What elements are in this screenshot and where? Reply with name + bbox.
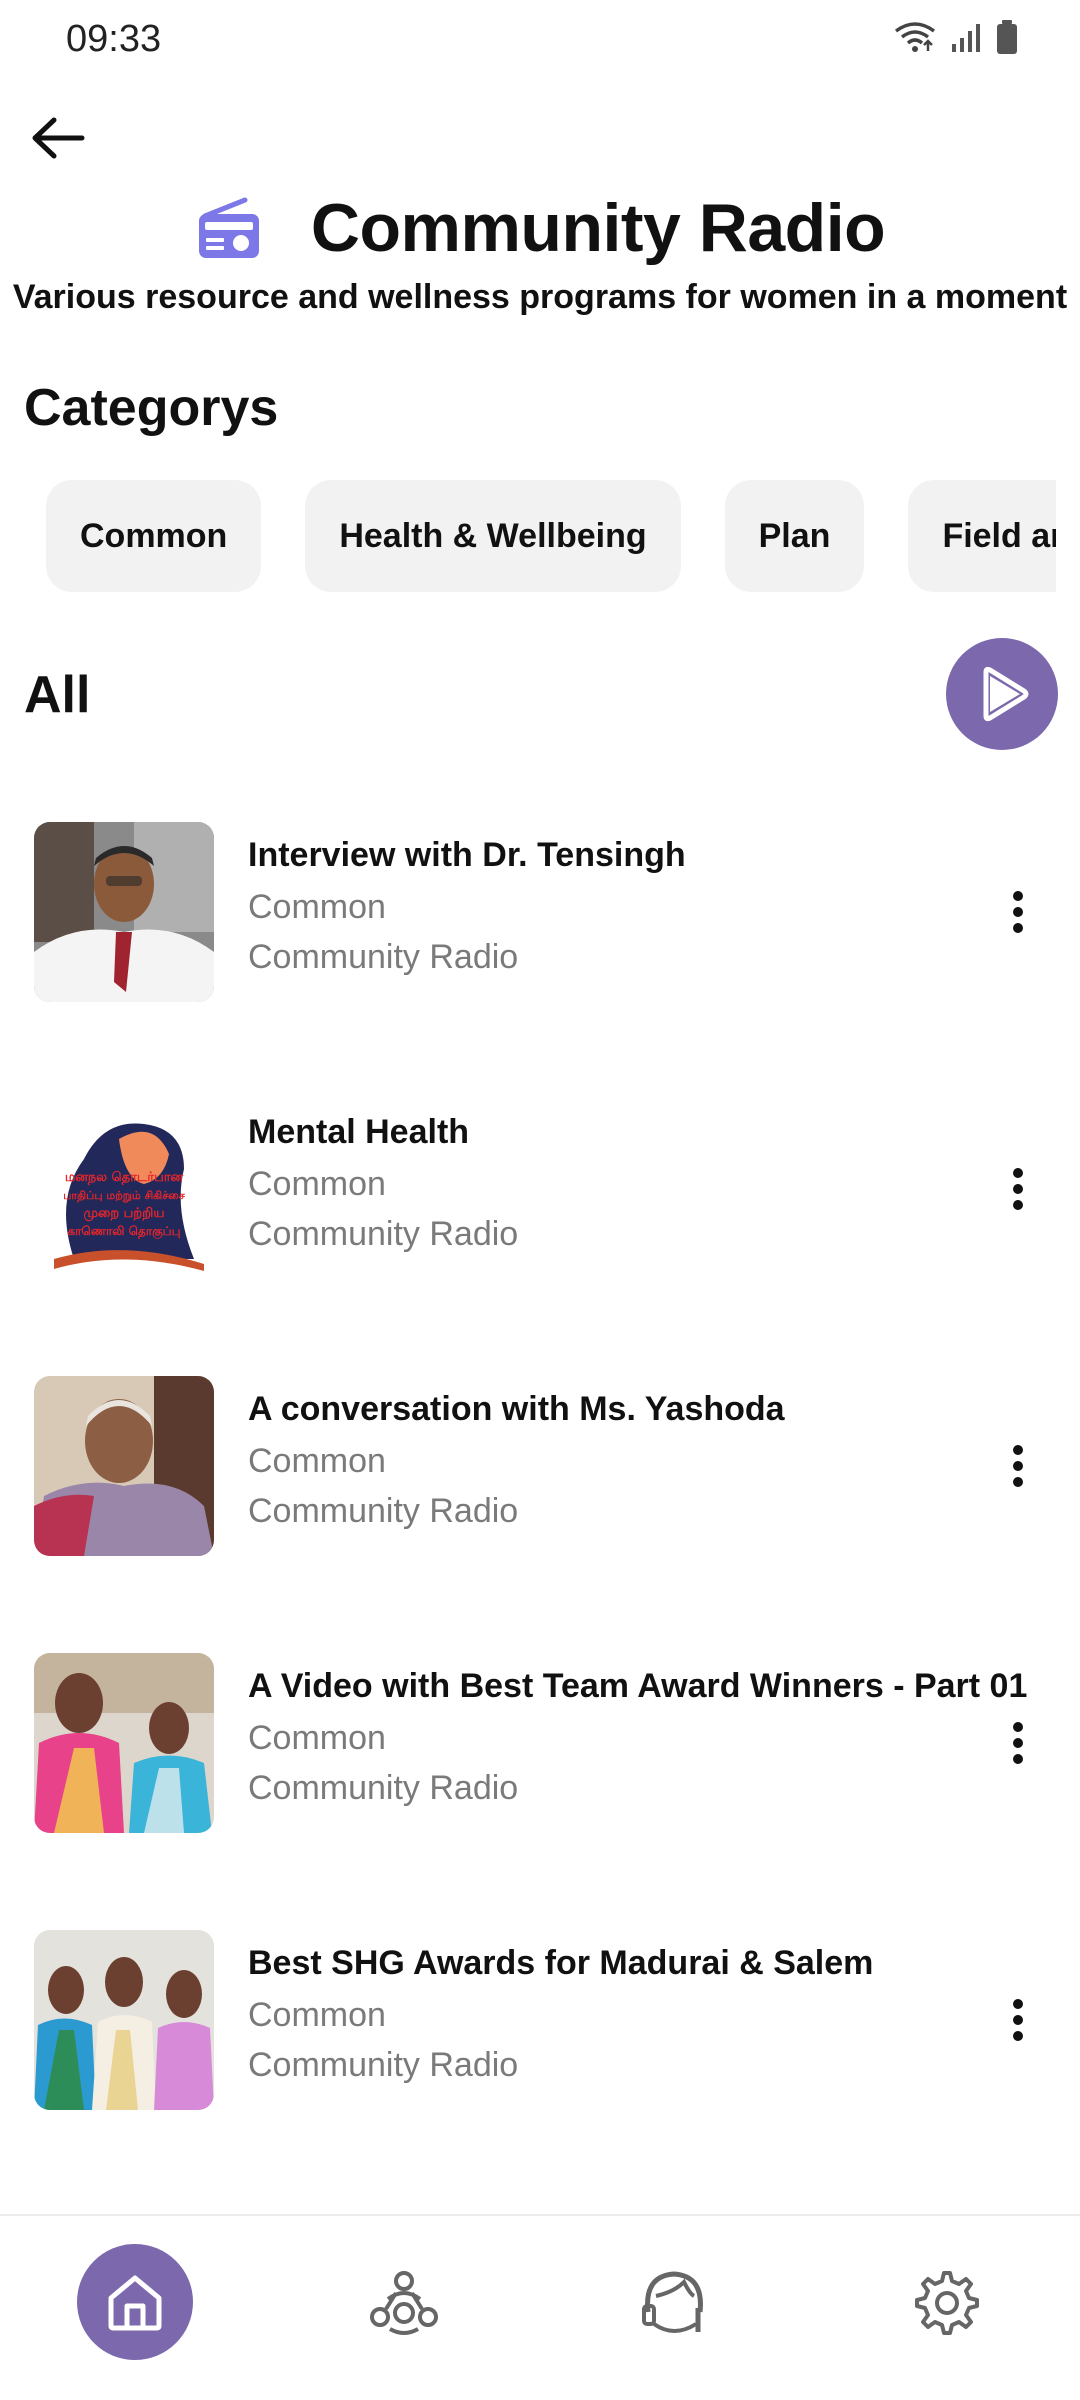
more-options-button[interactable] [996,1980,1040,2060]
nav-support[interactable] [616,2244,732,2360]
category-chip-common[interactable]: Common [46,480,262,592]
category-chips: Common Health & Wellbeing Plan Field and [46,480,1056,594]
play-all-button[interactable] [946,638,1058,750]
list-item[interactable]: A Video with Best Team Award Winners - P… [0,1651,1080,1928]
program-category: Common [248,1719,386,1757]
program-category: Common [248,1996,386,2034]
program-title: Interview with Dr. Tensingh [248,836,686,874]
categories-heading: Categorys [24,379,279,437]
more-vertical-icon [1013,1999,1023,2041]
program-source: Community Radio [248,938,519,976]
program-source: Community Radio [248,2046,519,2084]
program-category: Common [248,1165,386,1203]
program-source: Community Radio [248,1492,519,1530]
program-title: Mental Health [248,1113,470,1151]
more-options-button[interactable] [996,1149,1040,1229]
settings-icon [915,2271,979,2335]
arrow-left-icon [32,117,85,159]
program-category: Common [248,888,386,926]
cellular-signal-icon [952,24,980,52]
status-bar: 09:33 [0,0,1080,80]
program-thumbnail: மனநல தொடர்பான பாதிப்பு மற்றும் சிகிச்சை … [34,1099,214,1279]
list-item[interactable]: A conversation with Ms. Yashoda Common C… [0,1374,1080,1651]
page-title: Community Radio [310,190,886,266]
nav-settings[interactable] [886,2244,1002,2360]
program-thumbnail [34,1653,214,1833]
list-item[interactable]: மனநல தொடர்பான பாதிப்பு மற்றும் சிகிச்சை … [0,1097,1080,1374]
program-list: Interview with Dr. Tensingh Common Commu… [0,820,1080,2205]
program-title: A Video with Best Team Award Winners - P… [248,1667,1028,1705]
program-category: Common [248,1442,386,1480]
category-chip-health-wellbeing[interactable]: Health & Wellbeing [305,480,681,592]
play-icon [983,666,1029,722]
program-source: Community Radio [248,1769,519,1807]
thumbnail-caption: காணொலி தொகுப்பு [67,1224,180,1239]
program-title: A conversation with Ms. Yashoda [248,1390,785,1428]
radio-icon [198,197,259,258]
program-source: Community Radio [248,1215,519,1253]
thumbnail-caption: மனநல தொடர்பான [65,1170,184,1185]
program-thumbnail [34,822,214,1002]
support-icon [642,2271,703,2333]
page-subtitle: Various resource and wellness programs f… [12,278,1068,316]
battery-icon [997,20,1017,54]
thumbnail-caption: பாதிப்பு மற்றும் சிகிச்சை [63,1189,185,1203]
more-options-button[interactable] [996,1426,1040,1506]
more-vertical-icon [1013,1445,1023,1487]
community-icon [370,2271,438,2335]
status-icons [894,20,1018,54]
list-item[interactable]: Best SHG Awards for Madurai & Salem Comm… [0,1928,1080,2205]
more-vertical-icon [1013,1168,1023,1210]
category-chip-plan[interactable]: Plan [724,480,865,592]
page-header: Community Radio [0,178,1080,278]
more-options-button[interactable] [996,872,1040,952]
nav-community[interactable] [346,2244,462,2360]
list-item[interactable]: Interview with Dr. Tensingh Common Commu… [0,820,1080,1097]
nav-home[interactable] [77,2244,193,2360]
wifi-icon [894,22,936,52]
community-radio-screen: 09:33 Community Radio Various resource a… [0,0,1080,2400]
program-thumbnail [34,1376,214,1556]
all-heading: All [24,666,91,724]
program-thumbnail [34,1930,214,2110]
more-options-button[interactable] [996,1703,1040,1783]
category-chip-field[interactable]: Field and [908,480,1056,592]
home-icon [108,2275,162,2331]
thumbnail-caption: முறை பற்றிய [84,1206,165,1221]
back-button[interactable] [24,104,92,172]
bottom-navigation [0,2214,1080,2400]
more-vertical-icon [1013,1722,1023,1764]
program-title: Best SHG Awards for Madurai & Salem [248,1944,874,1982]
more-vertical-icon [1013,891,1023,933]
status-time: 09:33 [66,18,162,60]
